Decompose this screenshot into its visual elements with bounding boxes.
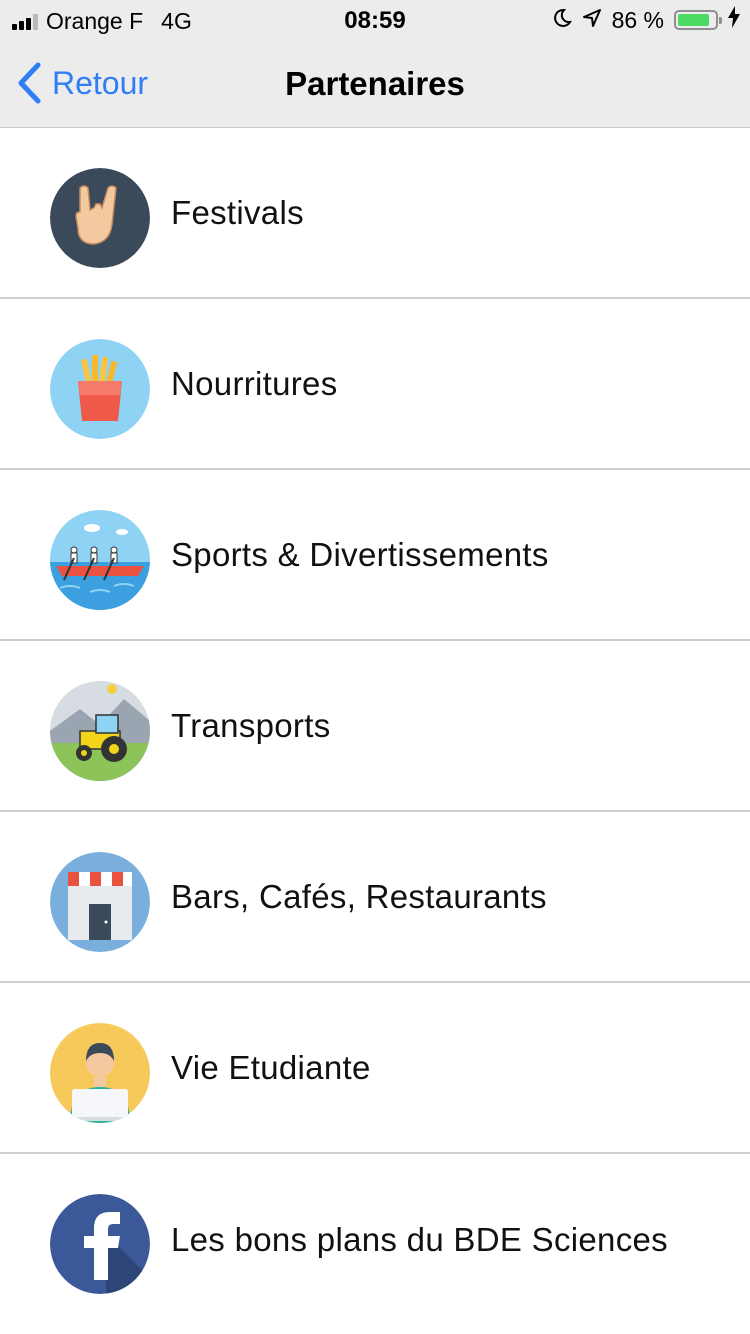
facebook-icon: [50, 1194, 150, 1294]
charging-bolt-icon: [728, 6, 740, 34]
list-item-festivals[interactable]: Festivals: [0, 128, 750, 299]
navigation-bar: Retour Partenaires: [0, 40, 750, 128]
list-item-vie-etudiante[interactable]: Vie Etudiante: [0, 983, 750, 1154]
status-bar-right: 86 %: [552, 6, 740, 34]
list-item-label: Transports: [171, 706, 331, 744]
page-title: Partenaires: [285, 65, 465, 102]
storefront-icon: [50, 852, 150, 952]
battery-icon: [674, 10, 722, 30]
fries-icon: [50, 339, 150, 439]
status-bar: Orange F 4G 08:59 86 %: [0, 0, 750, 40]
rowing-icon: [50, 510, 150, 610]
battery-percent: 86 %: [611, 6, 664, 33]
list-item-bons-plans[interactable]: Les bons plans du BDE Sciences: [0, 1154, 750, 1325]
list-item-label: Bars, Cafés, Restaurants: [171, 877, 547, 915]
list-item-sports[interactable]: Sports & Divertissements: [0, 470, 750, 641]
list-item-nourritures[interactable]: Nourritures: [0, 299, 750, 470]
moon-icon: [552, 7, 572, 34]
tractor-icon: [50, 681, 150, 781]
location-arrow-icon: [582, 7, 602, 34]
list-item-label: Les bons plans du BDE Sciences: [171, 1220, 668, 1258]
list-item-label: Festivals: [171, 193, 304, 231]
partner-category-list: Festivals Nourritures Sports & Divertiss…: [0, 128, 750, 1325]
student-icon: [50, 1023, 150, 1123]
list-item-bars[interactable]: Bars, Cafés, Restaurants: [0, 812, 750, 983]
list-item-transports[interactable]: Transports: [0, 641, 750, 812]
list-item-label: Sports & Divertissements: [171, 535, 549, 573]
rock-hand-icon: [50, 168, 150, 268]
list-item-label: Nourritures: [171, 364, 338, 402]
list-item-label: Vie Etudiante: [171, 1048, 371, 1086]
